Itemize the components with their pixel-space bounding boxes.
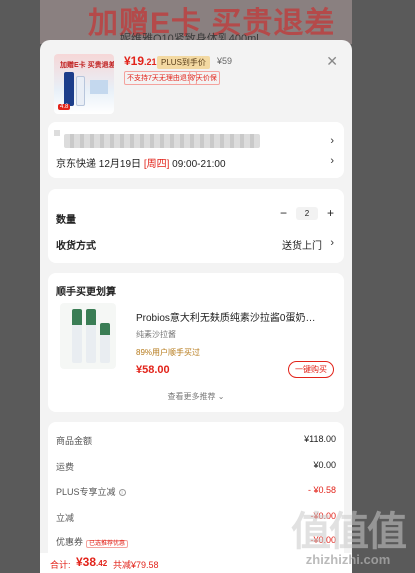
info-icon[interactable]: i (118, 489, 126, 496)
thumbnail-text: 加赠E卡 买贵退差 (60, 62, 114, 69)
bottle-image (64, 72, 74, 106)
shipping-carrier: 京东快递 (56, 159, 96, 170)
original-price: ¥59 (217, 56, 233, 66)
bottle-image-secondary (76, 76, 85, 106)
watermark-site: zhizhizhi.com (305, 552, 391, 567)
recommendation-heading: 顺手买更划算 (56, 287, 116, 298)
coupon-tag: 已选推荐优惠 (86, 540, 129, 548)
fee-label: 优惠券 (56, 537, 84, 547)
delivery-label: 收货方式 (56, 241, 96, 252)
fee-value: ¥118.00 (304, 434, 336, 444)
fee-row-shipping: 运费 ¥0.00 (56, 460, 336, 473)
shipping-time: 09:00-21:00 (172, 159, 226, 170)
ecard-image (90, 80, 108, 94)
tube-image (72, 309, 82, 363)
total-amount: ¥38.42 (76, 555, 107, 569)
close-icon[interactable]: ✕ (326, 54, 338, 68)
fee-label: 运费 (56, 462, 75, 472)
price-decimal: .21 (144, 57, 157, 67)
shipping-date: 12月19日 (98, 159, 142, 170)
watermark: 值值值 zhizhizhi.com (291, 510, 407, 567)
fee-label: 商品金额 (56, 436, 93, 446)
fee-row-subtotal: 商品金额 ¥118.00 (56, 434, 336, 447)
address-blurred (64, 134, 260, 148)
shipping-info: 京东快递 12月19日 [周四] 09:00-21:00 (56, 155, 226, 170)
chevron-right-icon[interactable]: › (330, 237, 334, 249)
plus-price-badge: PLUS到手价 (157, 56, 210, 69)
total-integer: ¥38 (76, 555, 97, 569)
order-options-card: 数量 − 2 + 收货方式 送货上门 › (48, 189, 344, 263)
one-click-buy-button[interactable]: 一键购买 (288, 361, 334, 378)
fee-value: ¥0.00 (313, 460, 336, 470)
chevron-right-icon: › (330, 155, 334, 167)
total-decimal: .42 (96, 559, 108, 568)
chevron-right-icon: › (330, 135, 334, 147)
quantity-label: 数量 (56, 215, 76, 226)
address-card[interactable]: › 京东快递 12月19日 [周四] 09:00-21:00 › (48, 122, 344, 178)
minus-button[interactable]: − (280, 206, 287, 220)
delivery-value[interactable]: 送货上门 (282, 237, 322, 252)
shipping-weekday: [周四] (143, 159, 170, 170)
tube-image (86, 309, 96, 363)
see-more-link[interactable]: 查看更多推荐 ⌄ (48, 391, 344, 402)
recommend-product-image[interactable] (60, 303, 116, 369)
fee-row-plus-discount[interactable]: PLUS专享立减 i - ¥0.58 (56, 485, 336, 498)
recommendation-card: 顺手买更划算 Probios意大利无麸质纯素沙拉酱0蛋奶… 纯素沙拉酱 89%用… (48, 273, 344, 412)
background-banner: 加赠E卡 买贵退差 妮维雅Q10紧致身体乳400ml (40, 0, 352, 44)
recommend-title[interactable]: Probios意大利无麸质纯素沙拉酱0蛋奶… (136, 309, 326, 324)
fee-value: - ¥0.58 (307, 485, 336, 495)
total-label: 合计: (50, 560, 71, 570)
fee-label: 立减 (56, 513, 75, 523)
price-protect-chip: 7天价保 (189, 71, 220, 85)
product-header: 加赠E卡 买贵退差 4.8 ¥19.21 PLUS到手价 ¥59 ✕ 不支持7天… (40, 40, 352, 118)
order-sheet: 加赠E卡 买贵退差 4.8 ¥19.21 PLUS到手价 ¥59 ✕ 不支持7天… (40, 40, 352, 573)
plus-button[interactable]: + (327, 206, 334, 220)
product-price: ¥19.21 (124, 54, 157, 68)
product-thumbnail[interactable]: 加赠E卡 买贵退差 4.8 (54, 54, 114, 114)
rating-tag: 4.8 (58, 104, 71, 110)
watermark-logo: 值值值 (291, 510, 407, 554)
tube-image (100, 323, 110, 363)
return-policy-chip: 不支持7天无理由退货 (124, 71, 197, 85)
total-saved[interactable]: 共减¥79.58 (113, 558, 159, 571)
recommend-subtitle: 纯素沙拉酱 (136, 330, 176, 339)
recommend-price: ¥58.00 (136, 364, 170, 376)
price-integer: ¥19 (124, 54, 145, 68)
address-icon (54, 130, 60, 136)
recommend-percent: 89%用户顺手买过 (136, 348, 201, 357)
quantity-stepper[interactable]: − 2 + (280, 206, 334, 221)
quantity-value[interactable]: 2 (296, 207, 318, 220)
fee-label: PLUS专享立减 (56, 487, 116, 497)
